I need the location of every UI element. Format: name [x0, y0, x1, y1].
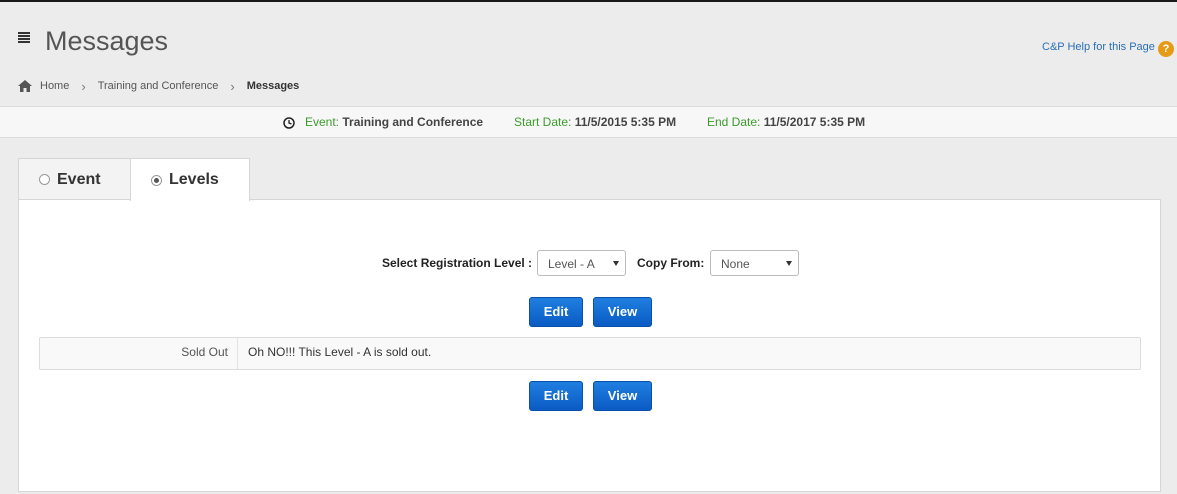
- event-label: Event:: [305, 115, 340, 129]
- end-date-label: End Date:: [707, 115, 761, 129]
- breadcrumb-separator: ›: [230, 78, 235, 94]
- tab-event[interactable]: Event: [18, 158, 131, 200]
- edit-button-bottom[interactable]: Edit: [529, 381, 583, 411]
- breadcrumb-training-and-conference[interactable]: Training and Conference: [98, 80, 219, 92]
- tab-levels-label: Levels: [169, 171, 219, 188]
- event-start-date: Start Date: 11/5/2015 5:35 PM: [514, 115, 676, 129]
- copy-from-select[interactable]: None: [710, 250, 799, 276]
- level-form-row: Select Registration Level : Level - A Co…: [19, 250, 1160, 276]
- event-radio[interactable]: [39, 174, 50, 185]
- levels-radio[interactable]: [151, 174, 162, 186]
- start-date-value: 11/5/2015 5:35 PM: [574, 115, 677, 129]
- breadcrumb: Home › Training and Conference › Message…: [18, 78, 300, 94]
- levels-panel: Select Registration Level : Level - A Co…: [18, 199, 1161, 492]
- menu-icon[interactable]: [18, 32, 30, 44]
- page-header: Messages C&P Help for this Page ? Home ›…: [0, 2, 1177, 106]
- registration-level-label: Select Registration Level :: [382, 256, 533, 270]
- breadcrumb-current: Messages: [246, 80, 300, 92]
- messages-table: Sold Out Oh NO!!! This Level - A is sold…: [39, 337, 1141, 370]
- copy-from-value: None: [721, 257, 750, 271]
- tab-levels[interactable]: Levels: [130, 158, 250, 201]
- event-name: Event: Training and Conference: [305, 115, 483, 129]
- help-link[interactable]: C&P Help for this Page: [1042, 41, 1155, 53]
- end-date-value: 11/5/2017 5:35 PM: [763, 115, 866, 129]
- view-button-bottom[interactable]: View: [593, 381, 652, 411]
- copy-from-label: Copy From:: [637, 256, 705, 270]
- registration-level-select[interactable]: Level - A: [537, 250, 626, 276]
- help-icon[interactable]: ?: [1158, 41, 1174, 57]
- view-button-top[interactable]: View: [593, 297, 652, 327]
- event-end-date: End Date: 11/5/2017 5:35 PM: [707, 115, 865, 129]
- start-date-label: Start Date:: [514, 115, 572, 129]
- event-info-bar: Event: Training and Conference Start Dat…: [0, 106, 1177, 138]
- tab-bar: Event Levels: [18, 158, 250, 201]
- chevron-down-icon: [613, 261, 619, 266]
- edit-button-top[interactable]: Edit: [529, 297, 583, 327]
- breadcrumb-home[interactable]: Home: [40, 80, 69, 92]
- breadcrumb-separator: ›: [81, 78, 86, 94]
- message-label-sold-out: Sold Out: [40, 338, 238, 369]
- registration-level-value: Level - A: [548, 257, 595, 271]
- home-icon[interactable]: [18, 80, 32, 92]
- event-value: Training and Conference: [342, 115, 484, 129]
- page-title: Messages: [45, 26, 169, 56]
- tab-event-label: Event: [57, 170, 101, 188]
- clock-icon: [283, 117, 295, 129]
- chevron-down-icon: [786, 261, 792, 266]
- message-text-sold-out: Oh NO!!! This Level - A is sold out.: [248, 345, 432, 359]
